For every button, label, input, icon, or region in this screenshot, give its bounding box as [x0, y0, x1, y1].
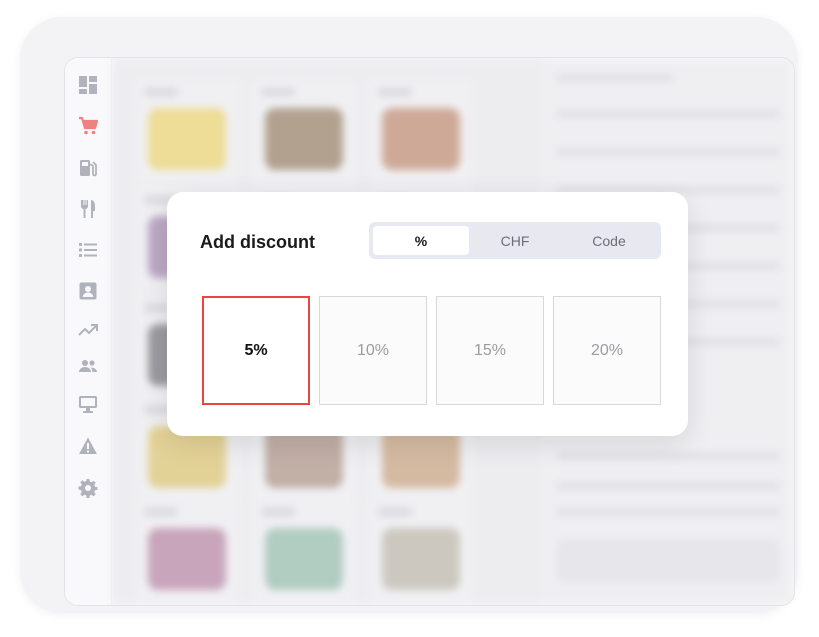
add-discount-dialog: Add discount % CHF Code 5% 10% 15% 20%: [167, 192, 688, 436]
tab-code[interactable]: Code: [561, 226, 657, 255]
tab-percent[interactable]: %: [373, 226, 469, 255]
discount-type-toggle: % CHF Code: [369, 222, 661, 259]
discount-option-5[interactable]: 5%: [202, 296, 310, 405]
discount-option-10[interactable]: 10%: [319, 296, 427, 405]
discount-option-15[interactable]: 15%: [436, 296, 544, 405]
discount-option-20[interactable]: 20%: [553, 296, 661, 405]
dialog-title: Add discount: [200, 232, 315, 252]
tab-chf[interactable]: CHF: [467, 226, 563, 255]
